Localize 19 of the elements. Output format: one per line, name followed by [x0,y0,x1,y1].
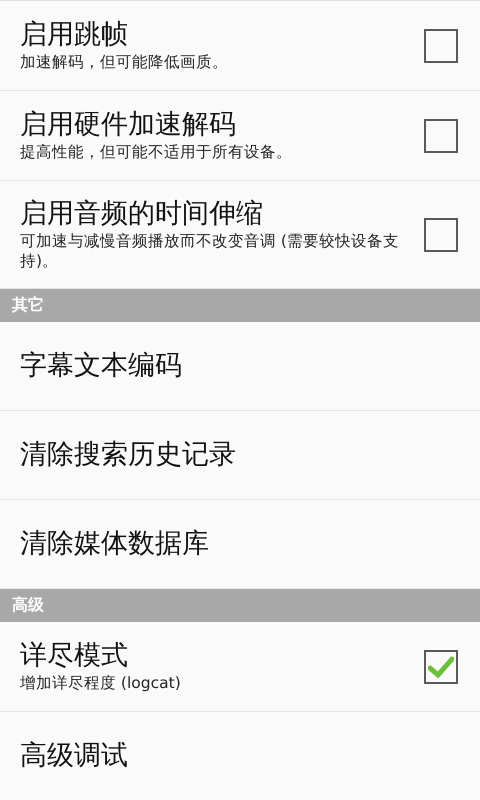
setting-title: 清除媒体数据库 [20,528,210,560]
setting-description: 增加详尽程度 (logcat) [20,672,182,693]
check-icon [428,656,454,678]
checkbox[interactable] [424,650,458,684]
setting-description: 加速解码，但可能降低画质。 [20,52,229,72]
setting-title: 启用硬件加速解码 [20,109,237,142]
checkbox[interactable] [424,218,458,252]
setting-title: 详尽模式 [20,640,129,673]
setting-title: 清除搜索历史记录 [20,438,237,472]
setting-title: 启用跳帧 [20,19,129,52]
section-header: 其它 [0,289,480,322]
setting-description: 可加速与减慢音频播放而不改变音调 (需要较快设备支持)。 [20,230,400,271]
setting-title: 字幕文本编码 [20,350,183,382]
setting-title: 启用音频的时间伸缩 [20,198,264,231]
checkbox[interactable] [424,28,458,62]
checkbox[interactable] [424,118,458,152]
section-header: 高级 [0,589,480,622]
setting-description: 提高性能，但可能不适用于所有设备。 [20,142,293,162]
setting-title: 高级调试 [20,740,129,772]
